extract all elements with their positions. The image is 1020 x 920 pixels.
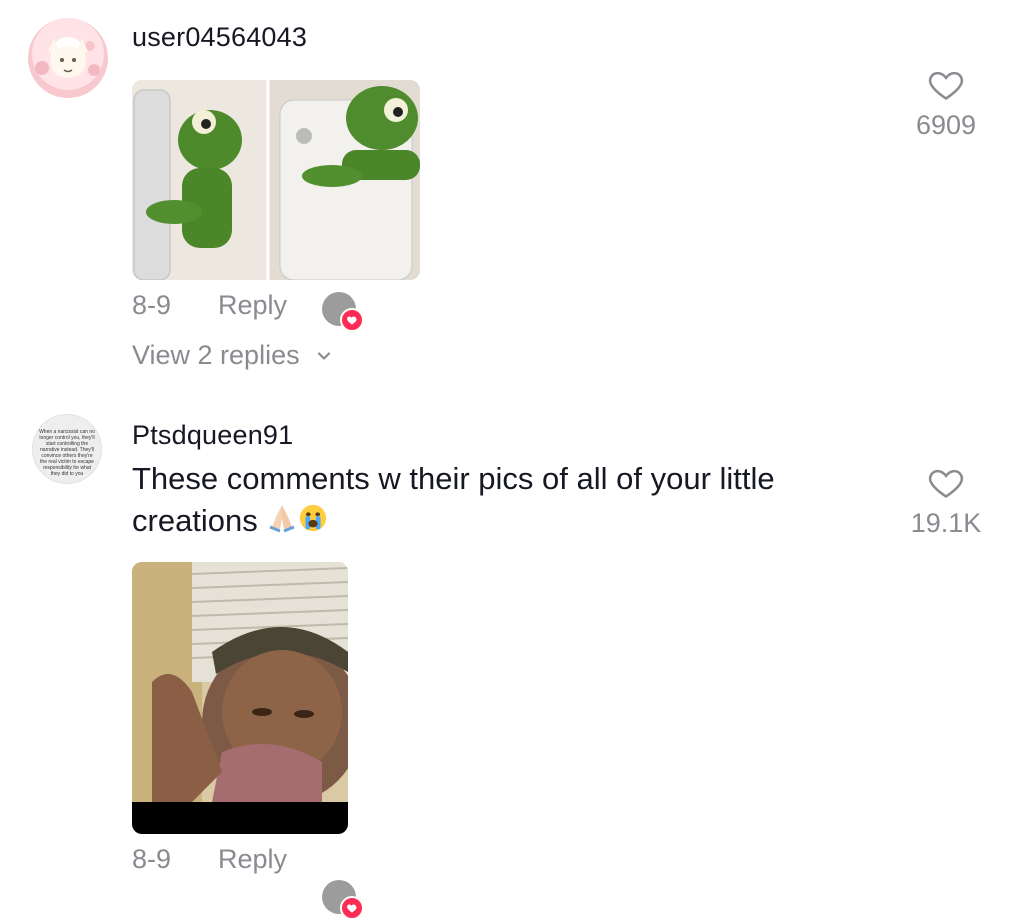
comment-date: 8-9 xyxy=(132,290,172,320)
folded-hands-emoji xyxy=(266,501,298,544)
avatar[interactable] xyxy=(28,18,108,98)
comment-text: These comments w their pics of all of yo… xyxy=(132,458,872,544)
view-replies-label: View 2 replies xyxy=(132,340,300,370)
heart-outline-icon[interactable] xyxy=(926,464,966,502)
comment-image[interactable] xyxy=(132,562,348,834)
creator-liked-avatar xyxy=(322,292,364,332)
comment-username[interactable]: user04564043 xyxy=(132,22,307,53)
creator-liked-avatar xyxy=(322,880,364,920)
comment-date: 8-9 xyxy=(132,844,172,874)
like-count: 19.1K xyxy=(910,508,982,538)
like-control[interactable]: 6909 xyxy=(891,66,1001,141)
avatar[interactable]: When a narcissist can no longer control … xyxy=(32,414,102,484)
reply-button[interactable]: Reply xyxy=(218,844,287,875)
comment-body: These comments w their pics of all of yo… xyxy=(132,461,775,538)
avatar-text: When a narcissist can no longer control … xyxy=(39,429,95,477)
heart-badge-icon xyxy=(340,308,364,332)
like-control[interactable]: 19.1K xyxy=(891,464,1001,539)
comment-image[interactable] xyxy=(132,80,420,280)
reply-button[interactable]: Reply xyxy=(218,290,287,321)
comment-username[interactable]: Ptsdqueen91 xyxy=(132,420,293,451)
like-count: 6909 xyxy=(915,110,977,140)
kermit-meme-image xyxy=(132,80,420,280)
heart-outline-icon[interactable] xyxy=(926,66,966,104)
crying-face-emoji xyxy=(298,502,328,544)
view-replies-button[interactable]: View 2 replies xyxy=(132,340,334,371)
heart-badge-icon xyxy=(340,896,364,920)
cat-avatar-illustration xyxy=(35,38,100,78)
chevron-down-icon xyxy=(317,351,330,360)
crying-person-photo xyxy=(132,562,348,834)
